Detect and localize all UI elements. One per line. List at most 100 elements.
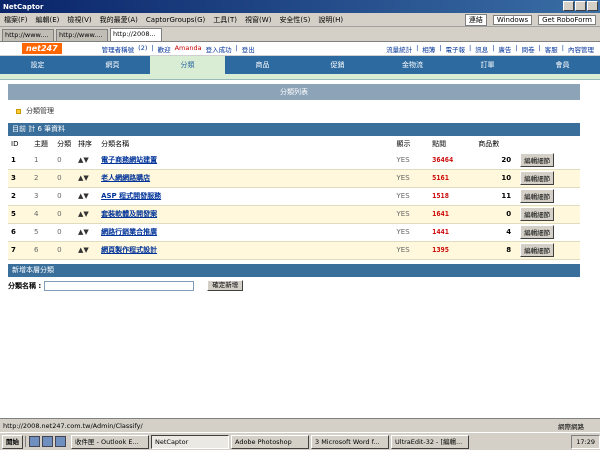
support-link[interactable]: 客服 <box>545 44 558 54</box>
col-id: ID <box>11 140 19 148</box>
message-link[interactable]: 訊息 <box>475 44 488 54</box>
row-sub: 0 <box>54 223 76 242</box>
mail-icon[interactable] <box>55 436 66 447</box>
move-down-icon[interactable]: ▼ <box>83 192 88 200</box>
logout-link[interactable]: 登出 <box>242 44 255 54</box>
menu-edit[interactable]: 編輯(E) <box>36 15 60 25</box>
category-link[interactable]: 套裝軟體及開發案 <box>101 210 157 218</box>
category-link[interactable]: 老人網網路購店 <box>101 174 150 182</box>
row-count: 0 <box>475 205 518 224</box>
separator: | <box>538 43 541 52</box>
minimize-button[interactable] <box>563 1 574 11</box>
row-main: 2 <box>31 169 55 188</box>
move-down-icon[interactable]: ▼ <box>83 246 88 254</box>
table-row: 6 5 0 ▲▼ 網路行銷業合推廣 YES 1441 4 編輯細節 <box>8 223 580 242</box>
nav-categories[interactable]: 分類 <box>150 56 225 74</box>
menu-window[interactable]: 視窗(W) <box>245 15 271 25</box>
clock[interactable]: 17:29 <box>576 436 595 448</box>
nav-pages[interactable]: 網頁 <box>75 56 150 74</box>
menu-captorgroups[interactable]: CaptorGroups(G) <box>146 16 205 24</box>
edit-details-button[interactable]: 編輯細節 <box>520 171 555 185</box>
row-name-cell: 老人網網路購店 <box>98 169 394 188</box>
maximize-button[interactable] <box>575 1 586 11</box>
move-down-icon[interactable]: ▼ <box>83 210 88 218</box>
category-name-input[interactable] <box>44 280 195 291</box>
menu-view[interactable]: 檢視(V) <box>67 15 91 25</box>
row-show: YES <box>393 205 430 224</box>
nav-settings[interactable]: 設定 <box>0 56 75 74</box>
menu-tools[interactable]: 工具(T) <box>213 15 237 25</box>
start-button[interactable]: 開始 <box>2 434 23 449</box>
category-link[interactable]: 網頁製作程式設計 <box>101 246 157 254</box>
browser-tab-active[interactable]: http://2008... <box>110 28 162 41</box>
sort-arrows: ▲▼ <box>75 205 99 224</box>
site-header: net247 管理者稱號 (2) | 歡迎 Amanda 登入成功 | 登出 流… <box>0 42 600 56</box>
login-status: 登入成功 <box>205 45 232 54</box>
traffic-link[interactable]: 流量統計 <box>386 44 412 54</box>
browser-icon[interactable] <box>42 436 53 447</box>
taskbar-word[interactable]: 3 Microsoft Word f... <box>311 434 389 449</box>
newsletter-link[interactable]: 電子報 <box>445 44 465 54</box>
main-nav: 設定 網頁 分類 商品 促銷 金物流 訂單 會員 <box>0 56 600 74</box>
category-link[interactable]: 網路行銷業合推廣 <box>101 228 157 236</box>
content-mgmt-link[interactable]: 內容管理 <box>568 44 594 54</box>
taskbar-ultraedit[interactable]: UltraEdit-32 - [編輯... <box>391 434 469 449</box>
move-down-icon[interactable]: ▼ <box>83 156 88 164</box>
row-count: 10 <box>475 169 518 188</box>
nav-members[interactable]: 會員 <box>525 56 600 74</box>
row-main: 1 <box>31 151 55 170</box>
move-down-icon[interactable]: ▼ <box>83 174 88 182</box>
site-logo[interactable]: net247 <box>22 43 62 54</box>
ads-link[interactable]: 廣告 <box>498 44 511 54</box>
browser-tab[interactable]: http://www.... <box>2 29 54 41</box>
admin-title[interactable]: 管理者稱號 <box>102 44 135 54</box>
window-title: NetCaptor <box>3 2 44 11</box>
menu-help[interactable]: 說明(H) <box>318 15 343 25</box>
taskbar-outlook[interactable]: 收件匣 - Outlook E... <box>71 434 149 449</box>
admin-count: (2) <box>138 43 148 52</box>
crumb-label[interactable]: 分類管理 <box>26 107 54 115</box>
browser-tabs: http://www.... http://www.... http://200… <box>0 27 600 42</box>
edit-details-button[interactable]: 編輯細節 <box>520 152 555 167</box>
security-zone: 網際網路 <box>558 422 584 431</box>
links-label[interactable]: 連結 <box>464 13 487 26</box>
taskbar-netcaptor[interactable]: NetCaptor <box>151 434 229 449</box>
sort-arrows: ▲▼ <box>75 223 99 242</box>
row-show: YES <box>393 169 430 188</box>
table-row: 7 6 0 ▲▼ 網頁製作程式設計 YES 1395 8 編輯細節 <box>8 241 580 260</box>
nav-products[interactable]: 商品 <box>225 56 300 74</box>
quick-launch <box>25 436 69 447</box>
album-link[interactable]: 相簿 <box>422 44 435 54</box>
roboform-link[interactable]: Get RoboForm <box>538 14 596 25</box>
browser-tab[interactable]: http://www.... <box>56 29 108 41</box>
col-main: 主題 <box>34 140 49 148</box>
category-link[interactable]: ASP 程式開發服務 <box>101 192 161 200</box>
category-name-label: 分類名稱 : <box>8 281 42 290</box>
close-button[interactable] <box>587 1 598 11</box>
row-main: 4 <box>31 205 55 224</box>
windows-link[interactable]: Windows <box>492 14 533 25</box>
category-link[interactable]: 電子商務網站建置 <box>101 156 157 164</box>
row-edit-cell: 編輯細節 <box>517 205 580 224</box>
row-main: 5 <box>31 223 55 242</box>
separator: | <box>235 43 238 52</box>
row-edit-cell: 編輯細節 <box>517 151 580 170</box>
nav-orders[interactable]: 訂單 <box>450 56 525 74</box>
confirm-add-button[interactable]: 確定新增 <box>207 280 244 291</box>
menu-favorites[interactable]: 我的最愛(A) <box>100 15 138 25</box>
nav-promotions[interactable]: 促銷 <box>300 56 375 74</box>
row-name-cell: 網頁製作程式設計 <box>98 241 394 260</box>
edit-details-button[interactable]: 編輯細節 <box>520 207 555 221</box>
move-down-icon[interactable]: ▼ <box>83 228 88 236</box>
edit-details-button[interactable]: 編輯細節 <box>520 243 555 257</box>
menu-security[interactable]: 安全性(S) <box>279 15 310 25</box>
desktop-icon[interactable] <box>29 436 40 447</box>
edit-details-button[interactable]: 編輯細節 <box>520 225 555 239</box>
nav-logistics[interactable]: 金物流 <box>375 56 450 74</box>
survey-link[interactable]: 問卷 <box>522 44 535 54</box>
taskbar-photoshop[interactable]: Adobe Photoshop <box>231 434 309 449</box>
edit-details-button[interactable]: 編輯細節 <box>520 189 555 203</box>
row-show: YES <box>393 187 430 206</box>
page-content: net247 管理者稱號 (2) | 歡迎 Amanda 登入成功 | 登出 流… <box>0 42 600 418</box>
menu-file[interactable]: 檔案(F) <box>4 15 28 25</box>
